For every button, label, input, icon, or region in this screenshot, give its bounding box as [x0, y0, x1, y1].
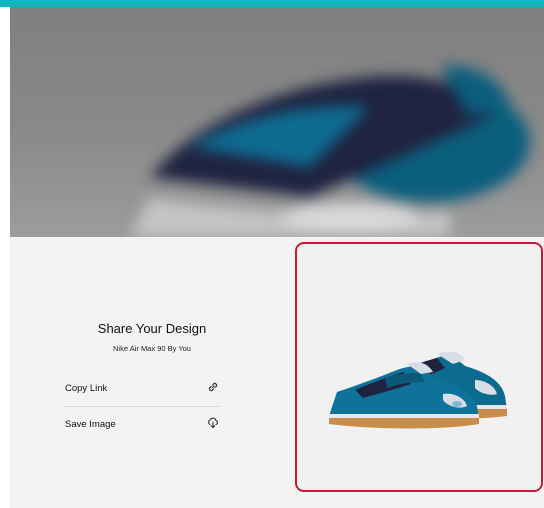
accent-top-bar: [0, 0, 544, 7]
download-icon: [208, 417, 218, 429]
share-title: Share Your Design: [97, 321, 207, 336]
share-subtitle: Nike Air Max 90 By You: [113, 344, 191, 353]
divider: [65, 406, 220, 407]
shoe-preview-image: [329, 351, 507, 429]
blurred-shoe-background: [10, 7, 544, 237]
copy-link-label: Copy Link: [65, 383, 108, 394]
link-icon: [208, 382, 218, 392]
save-image-label: Save Image: [65, 419, 116, 430]
copy-link-button[interactable]: Copy Link: [65, 380, 220, 400]
shoe-preview-panel: [295, 242, 543, 492]
save-image-button[interactable]: Save Image: [65, 416, 220, 436]
blurred-shoe-image: [130, 66, 530, 237]
